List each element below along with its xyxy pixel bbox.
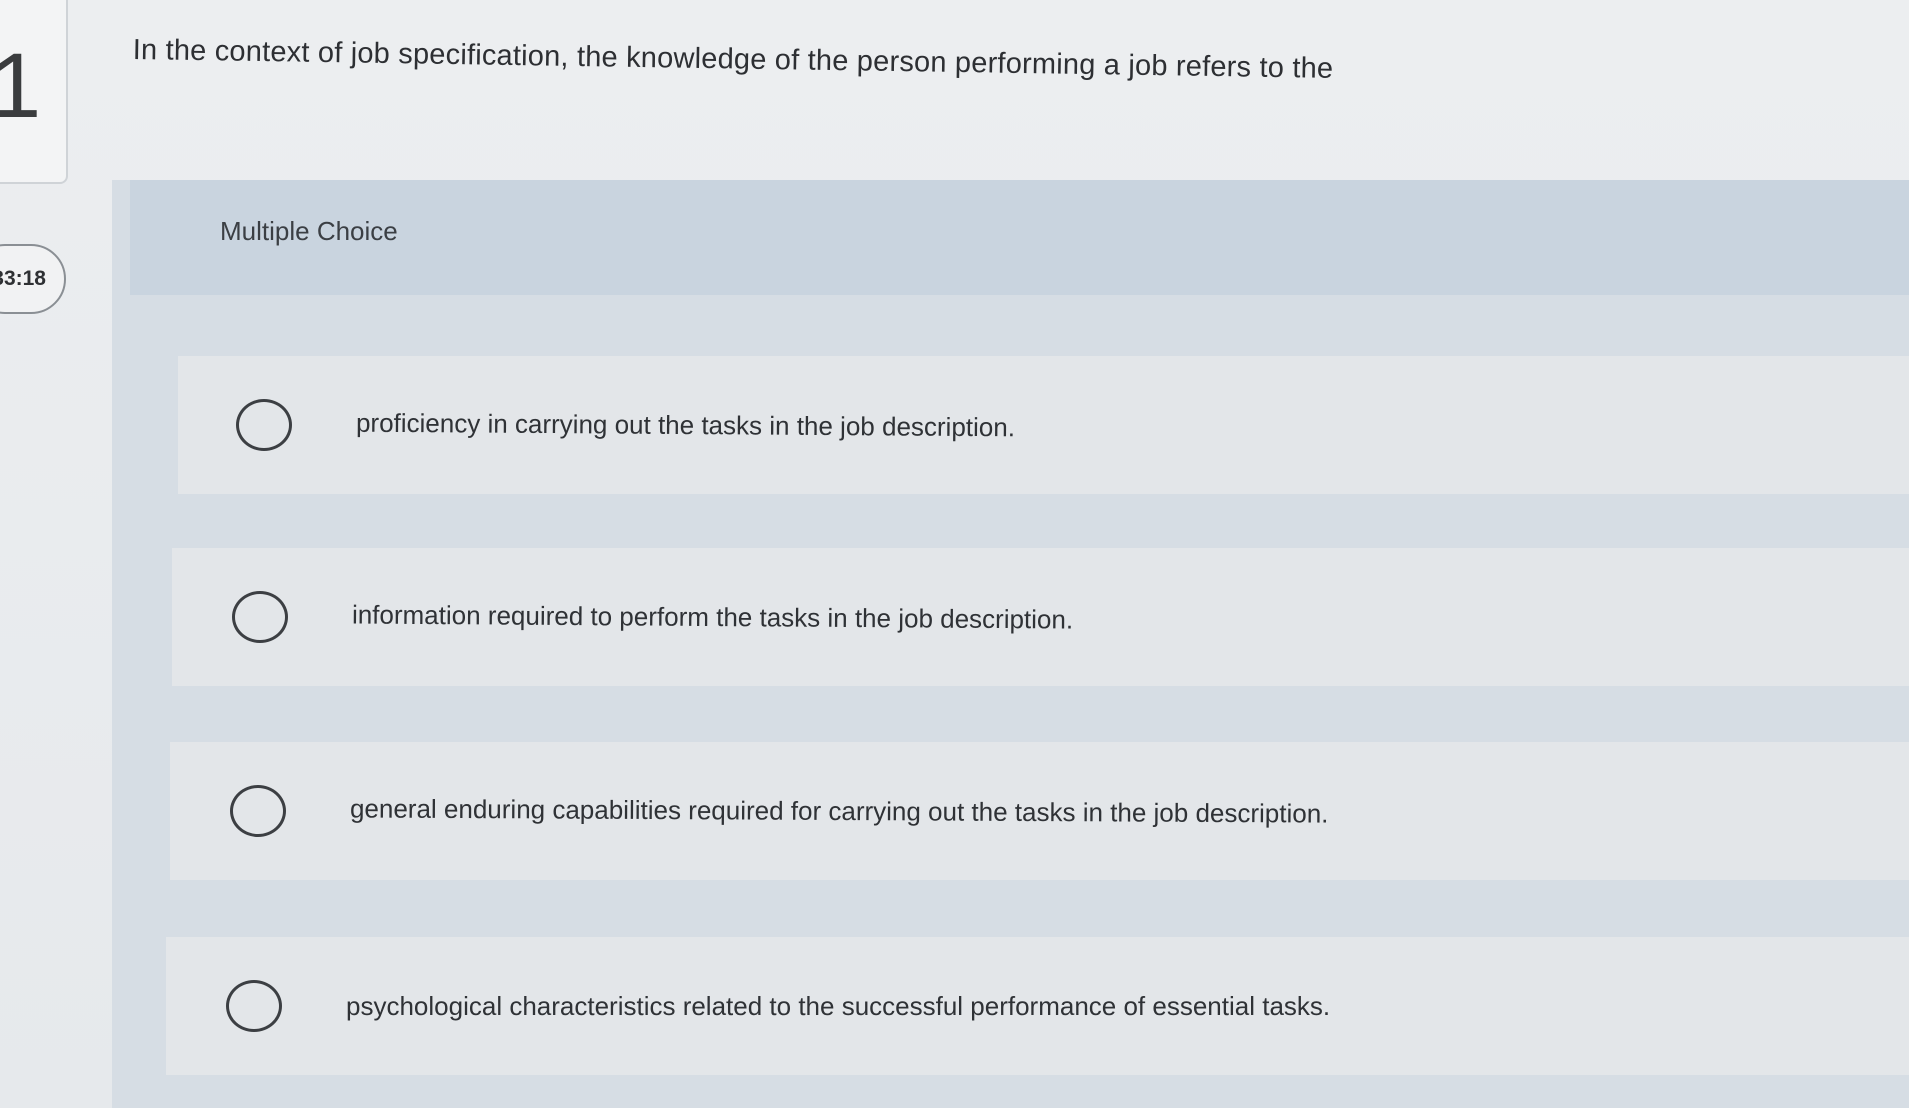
question-type-label: Multiple Choice [220,216,398,246]
radio-unselected-icon[interactable] [230,785,286,837]
radio-unselected-icon[interactable] [226,980,282,1032]
quiz-page: 1 33:18 In the context of job specificat… [0,0,1909,1108]
answer-option-d[interactable]: psychological characteristics related to… [166,937,1909,1075]
answer-option-label: general enduring capabilities required f… [349,792,1329,829]
question-number: 1 [0,35,42,137]
radio-unselected-icon[interactable] [232,591,288,643]
timer-badge[interactable]: 33:18 [0,244,66,314]
answer-option-c[interactable]: general enduring capabilities required f… [170,742,1909,880]
answer-option-label: proficiency in carrying out the tasks in… [355,407,1016,442]
answer-option-a[interactable]: proficiency in carrying out the tasks in… [178,356,1909,494]
question-text: In the context of job specification, the… [132,34,1334,85]
answer-option-label: psychological characteristics related to… [346,990,1331,1021]
radio-unselected-icon[interactable] [236,399,292,451]
answer-option-b[interactable]: information required to perform the task… [172,548,1909,686]
answer-option-label: information required to perform the task… [351,598,1074,635]
